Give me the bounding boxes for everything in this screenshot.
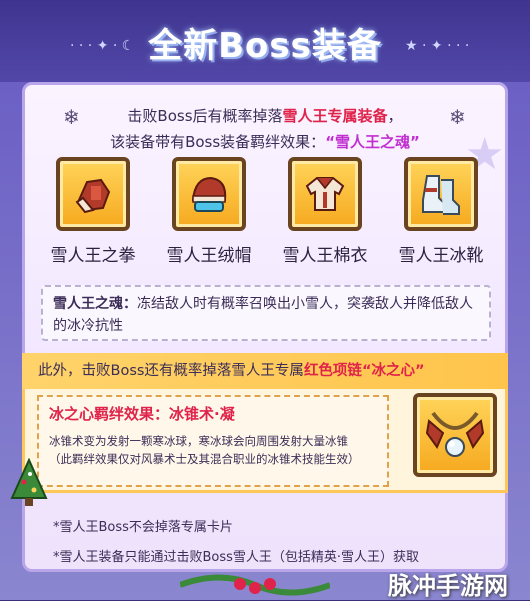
coat-icon — [288, 157, 362, 231]
heart-effect-box: 冰之心羁绊效果：冰锥术·凝 冰锥术变为发射一颗寒冰球，寒冰球会向周围发射大量冰锥… — [37, 395, 389, 487]
equipment-item[interactable]: 雪人王之拳 — [39, 157, 147, 266]
necklace-drop-text: 此外，击败Boss还有概率掉落雪人王专属 — [38, 363, 304, 379]
footnote: *雪人王Boss不会掉落专属卡片 — [53, 520, 233, 535]
necklace-name: “冰之心” — [361, 363, 425, 379]
soul-effect-box: 雪人王之魂：冻结敌人时有概率召唤出小雪人，突袭敌人并降低敌人的冰冷抗性 — [41, 285, 491, 341]
heart-effect-description: 冰锥术变为发射一颗寒冰球，寒冰球会向周围发射大量冰锥 （此羁绊效果仅对风暴术士及… — [49, 432, 377, 468]
soul-effect-label: 雪人王之魂： — [53, 296, 137, 312]
heart-effect-line2: （此羁绊效果仅对风暴术士及其混合职业的冰锥术技能生效） — [49, 452, 360, 466]
footnote: *雪人王装备只能通过击败Boss雪人王（包括精英·雪人王）获取 — [53, 550, 420, 565]
equipment-item[interactable]: 雪人王绒帽 — [155, 157, 263, 266]
content-card: ★ ❄ ❄ 击败Boss后有概率掉落雪人王专属装备， 该装备带有Boss装备羁绊… — [22, 82, 508, 572]
equipment-name: 雪人王棉衣 — [282, 246, 368, 266]
boots-icon — [404, 157, 478, 231]
intro-line2-highlight: “雪人王之魂” — [325, 133, 420, 151]
christmas-tree-icon — [10, 458, 48, 506]
necklace-drop-banner: 此外，击败Boss还有概率掉落雪人王专属红色项链“冰之心” — [22, 353, 508, 389]
footnotes: *雪人王Boss不会掉落专属卡片 *雪人王装备只能通过击败Boss雪人王（包括精… — [53, 513, 419, 573]
heart-effect-title: 冰之心羁绊效果：冰锥术·凝 — [49, 405, 235, 423]
header-banner: · · · ✦ · ☾ 全新Boss装备 ★ · ✦ · · · — [0, 0, 530, 82]
garland-icon — [180, 574, 330, 596]
equipment-name: 雪人王之拳 — [50, 246, 136, 266]
equipment-item[interactable]: 雪人王冰靴 — [387, 157, 495, 266]
hat-icon — [172, 157, 246, 231]
intro-line1-prefix: 击败Boss后有概率掉落 — [127, 107, 283, 125]
glove-icon — [56, 157, 130, 231]
necklace-drop-highlight: 红色项链 — [303, 363, 362, 379]
equipment-list: 雪人王之拳 雪人王绒帽 雪人王棉衣 雪人王冰靴 — [39, 157, 495, 266]
equipment-item[interactable]: 雪人王棉衣 — [271, 157, 379, 266]
watermark-text: 脉冲手游网 — [388, 572, 508, 600]
equipment-name: 雪人王绒帽 — [166, 246, 252, 266]
necklace-icon[interactable] — [413, 393, 497, 477]
intro-line1-highlight: 雪人王专属装备 — [282, 107, 388, 125]
intro-line2-prefix: 该装备带有Boss装备羁绊效果： — [110, 133, 326, 151]
intro-text: 击败Boss后有概率掉落雪人王专属装备， 该装备带有Boss装备羁绊效果：“雪人… — [25, 103, 505, 155]
necklace-panel: 冰之心羁绊效果：冰锥术·凝 冰锥术变为发射一颗寒冰球，寒冰球会向周围发射大量冰锥… — [22, 389, 508, 493]
star-deco-icon: ★ · ✦ · · · — [405, 38, 470, 54]
equipment-name: 雪人王冰靴 — [398, 246, 484, 266]
intro-line1-suffix: ， — [387, 107, 403, 125]
heart-effect-line1: 冰锥术变为发射一颗寒冰球，寒冰球会向周围发射大量冰锥 — [49, 434, 348, 448]
